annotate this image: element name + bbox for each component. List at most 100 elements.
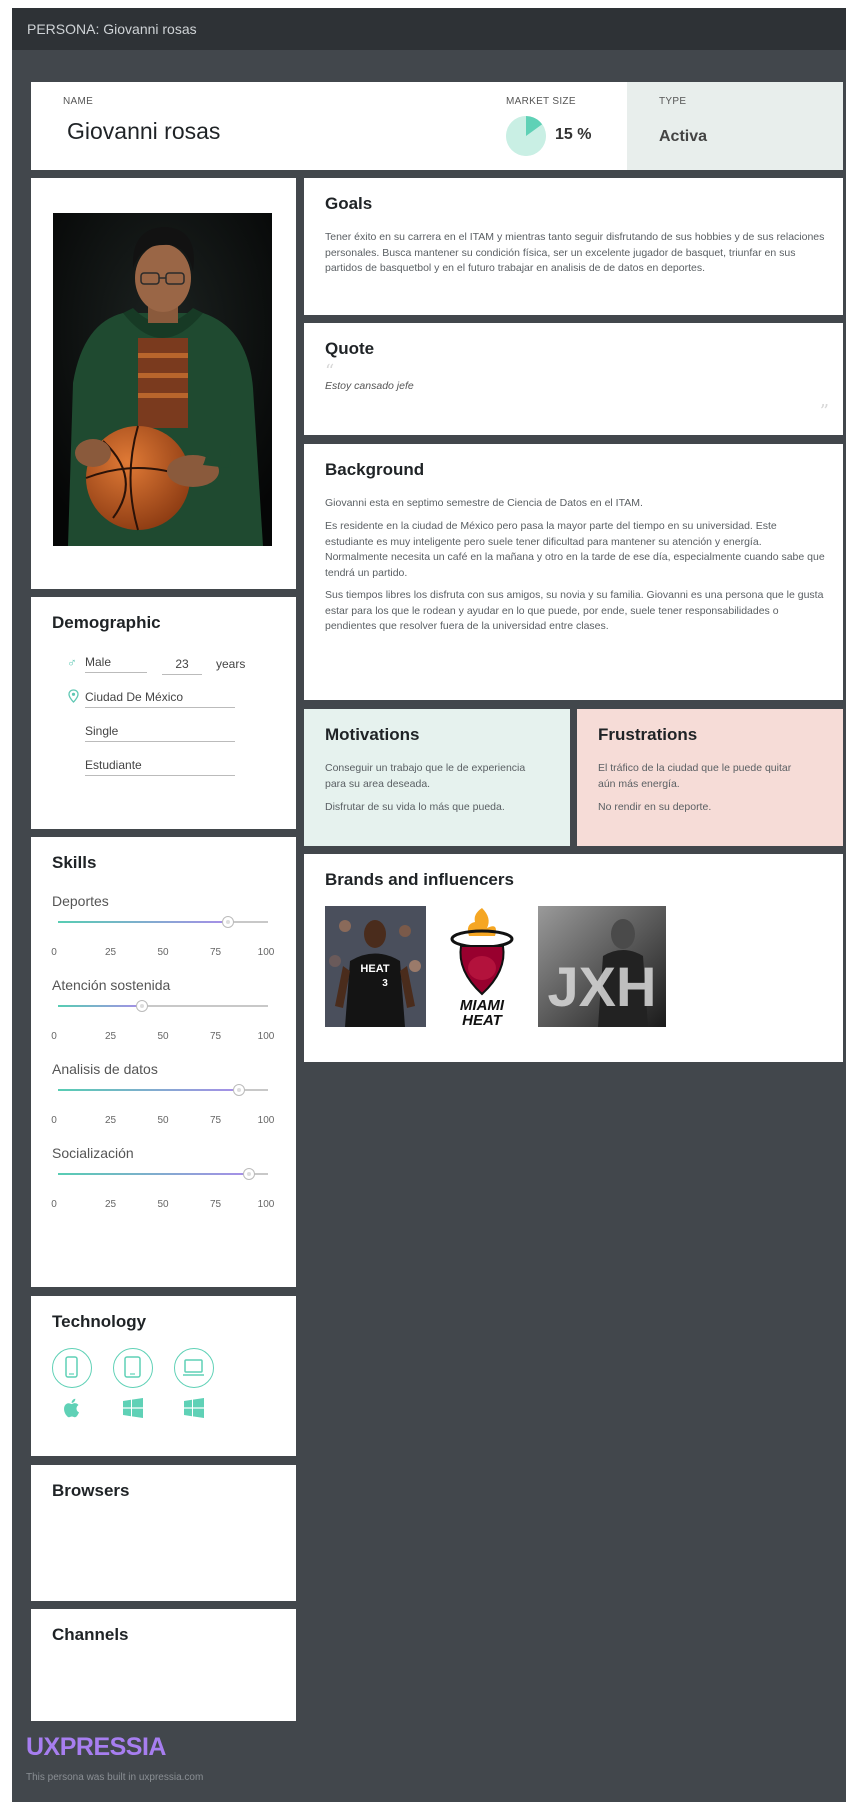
windows-icon xyxy=(121,1396,145,1420)
skills-title: Skills xyxy=(52,853,97,872)
motivations-title: Motivations xyxy=(325,725,420,744)
skill-name: Atención sostenida xyxy=(52,977,171,993)
background-paragraph[interactable]: Es residente en la ciudad de México pero… xyxy=(325,519,825,581)
skill-tick-label: 50 xyxy=(157,1115,169,1126)
skill-slider[interactable]: Analisis de datos 0 25 50 75 100 xyxy=(51,1061,275,1145)
channels-title: Channels xyxy=(52,1625,129,1644)
skill-tick-label: 100 xyxy=(257,1031,275,1042)
technology-card: Technology xyxy=(31,1296,296,1456)
motivations-card: Motivations Conseguir un trabajo que le … xyxy=(304,709,570,846)
skill-handle[interactable] xyxy=(222,916,235,928)
apple-icon xyxy=(60,1396,84,1420)
brands-title: Brands and influencers xyxy=(325,870,514,889)
persona-frame: PERSONA: Giovanni rosas NAME Giovanni ro… xyxy=(12,8,846,1802)
skill-tick-label: 0 xyxy=(51,947,57,958)
location-pin-icon xyxy=(68,689,79,706)
skill-tick-label: 0 xyxy=(51,1115,57,1126)
skill-tick-label: 75 xyxy=(209,1115,222,1126)
skill-name: Analisis de datos xyxy=(52,1061,158,1077)
background-title: Background xyxy=(325,460,425,479)
skill-tick-label: 25 xyxy=(104,947,117,958)
brand-jersey-number: 3 xyxy=(382,978,388,989)
skill-handle[interactable] xyxy=(243,1168,256,1180)
skill-handle[interactable] xyxy=(136,1000,148,1012)
windows-icon xyxy=(182,1396,206,1420)
market-size-value[interactable]: 15 % xyxy=(555,126,591,144)
skill-tick-label: 100 xyxy=(257,947,275,958)
type-panel: TYPE Activa xyxy=(627,82,843,170)
persona-title: PERSONA: Giovanni rosas xyxy=(27,21,197,37)
footer-note[interactable]: This persona was built in uxpressia.com xyxy=(26,1772,203,1783)
demographic-card: Demographic ♂ Male 23 years Ciudad De Mé… xyxy=(31,597,296,829)
skill-name: Deportes xyxy=(52,893,109,909)
skill-track[interactable] xyxy=(58,1000,268,1012)
skill-slider[interactable]: Deportes 0 25 50 75 100 xyxy=(51,893,275,977)
goals-text[interactable]: Tener éxito en su carrera en el ITAM y m… xyxy=(325,230,825,277)
motivation-item[interactable]: Conseguir un trabajo que le de experienc… xyxy=(325,761,535,792)
skill-name: Socialización xyxy=(52,1145,134,1161)
motivation-item[interactable]: Disfrutar de su vida lo más que pueda. xyxy=(325,800,555,816)
browsers-card: Browsers xyxy=(31,1465,296,1601)
name-label: NAME xyxy=(63,96,94,107)
demographic-title: Demographic xyxy=(52,613,161,632)
goals-title: Goals xyxy=(325,194,373,213)
uxpressia-logo[interactable]: UXPRESSIA xyxy=(26,1733,166,1762)
persona-photo-card xyxy=(31,178,296,589)
background-paragraph[interactable]: Giovanni esta en septimo semestre de Cie… xyxy=(325,496,825,512)
frustration-item[interactable]: El tráfico de la ciudad que le puede qui… xyxy=(598,761,808,792)
skill-track[interactable] xyxy=(58,1084,268,1096)
skill-ticks: 0 25 50 75 100 xyxy=(51,1031,275,1043)
brand-jersey-text: HEAT xyxy=(360,963,389,975)
skill-tick-label: 50 xyxy=(157,1031,169,1042)
type-label: TYPE xyxy=(659,96,687,107)
background-paragraph[interactable]: Sus tiempos libres los disfruta con sus … xyxy=(325,588,825,635)
goals-card: Goals Tener éxito en su carrera en el IT… xyxy=(304,178,843,315)
skill-fill xyxy=(58,921,229,923)
skill-track[interactable] xyxy=(58,916,268,928)
skill-tick-label: 25 xyxy=(104,1115,117,1126)
location-field[interactable]: Ciudad De México xyxy=(85,690,235,708)
type-value[interactable]: Activa xyxy=(659,128,707,146)
tablet-icon[interactable] xyxy=(113,1348,153,1388)
brands-card: Brands and influencers HEAT 3 MIAMI HEAT… xyxy=(304,854,843,1062)
technology-title: Technology xyxy=(52,1312,147,1331)
brand-image-heat-logo[interactable]: MIAMI HEAT xyxy=(437,906,527,1027)
frustrations-card: Frustrations El tráfico de la ciudad que… xyxy=(577,709,843,846)
gender-field[interactable]: Male xyxy=(85,655,147,673)
browsers-title: Browsers xyxy=(52,1481,130,1500)
brand-image-player[interactable]: HEAT 3 xyxy=(325,906,426,1027)
skill-tick-label: 100 xyxy=(257,1115,275,1126)
skill-slider[interactable]: Atención sostenida 0 25 50 75 100 xyxy=(51,977,275,1061)
skill-tick-label: 75 xyxy=(209,947,222,958)
skills-card: Skills Deportes 0 25 50 75 100 Atención sosten… xyxy=(31,837,296,1287)
frustration-item[interactable]: No rendir en su deporte. xyxy=(598,800,828,816)
skill-track[interactable] xyxy=(58,1168,268,1180)
skill-slider[interactable]: Socialización 0 25 50 75 100 xyxy=(51,1145,275,1229)
skill-tick-label: 0 xyxy=(51,1199,57,1210)
phone-icon[interactable] xyxy=(52,1348,92,1388)
quote-card: Quote “ Estoy cansado jefe ” xyxy=(304,323,843,435)
status-field[interactable]: Single xyxy=(85,724,235,742)
persona-name[interactable]: Giovanni rosas xyxy=(67,118,220,145)
brand-image-influencer[interactable]: JXH xyxy=(538,906,666,1027)
frustrations-title: Frustrations xyxy=(598,725,698,744)
skill-tick-label: 50 xyxy=(157,1199,169,1210)
occupation-field[interactable]: Estudiante xyxy=(85,758,235,776)
skill-handle[interactable] xyxy=(232,1084,245,1096)
quote-title: Quote xyxy=(325,339,375,358)
age-field[interactable]: 23 xyxy=(162,657,202,675)
gender-male-icon: ♂ xyxy=(67,655,77,670)
skill-fill xyxy=(58,1089,239,1091)
persona-photo[interactable] xyxy=(53,213,272,546)
laptop-icon[interactable] xyxy=(174,1348,214,1388)
skill-tick-label: 75 xyxy=(209,1031,222,1042)
quote-text[interactable]: Estoy cansado jefe xyxy=(325,379,414,395)
skill-tick-label: 0 xyxy=(51,1031,57,1042)
skill-tick-label: 100 xyxy=(257,1199,275,1210)
channels-card: Channels xyxy=(31,1609,296,1721)
skill-ticks: 0 25 50 75 100 xyxy=(51,1115,275,1127)
background-card: Background Giovanni esta en septimo seme… xyxy=(304,444,843,700)
market-size-pie xyxy=(506,116,546,156)
skill-tick-label: 50 xyxy=(157,947,169,958)
skill-fill xyxy=(58,1005,142,1007)
